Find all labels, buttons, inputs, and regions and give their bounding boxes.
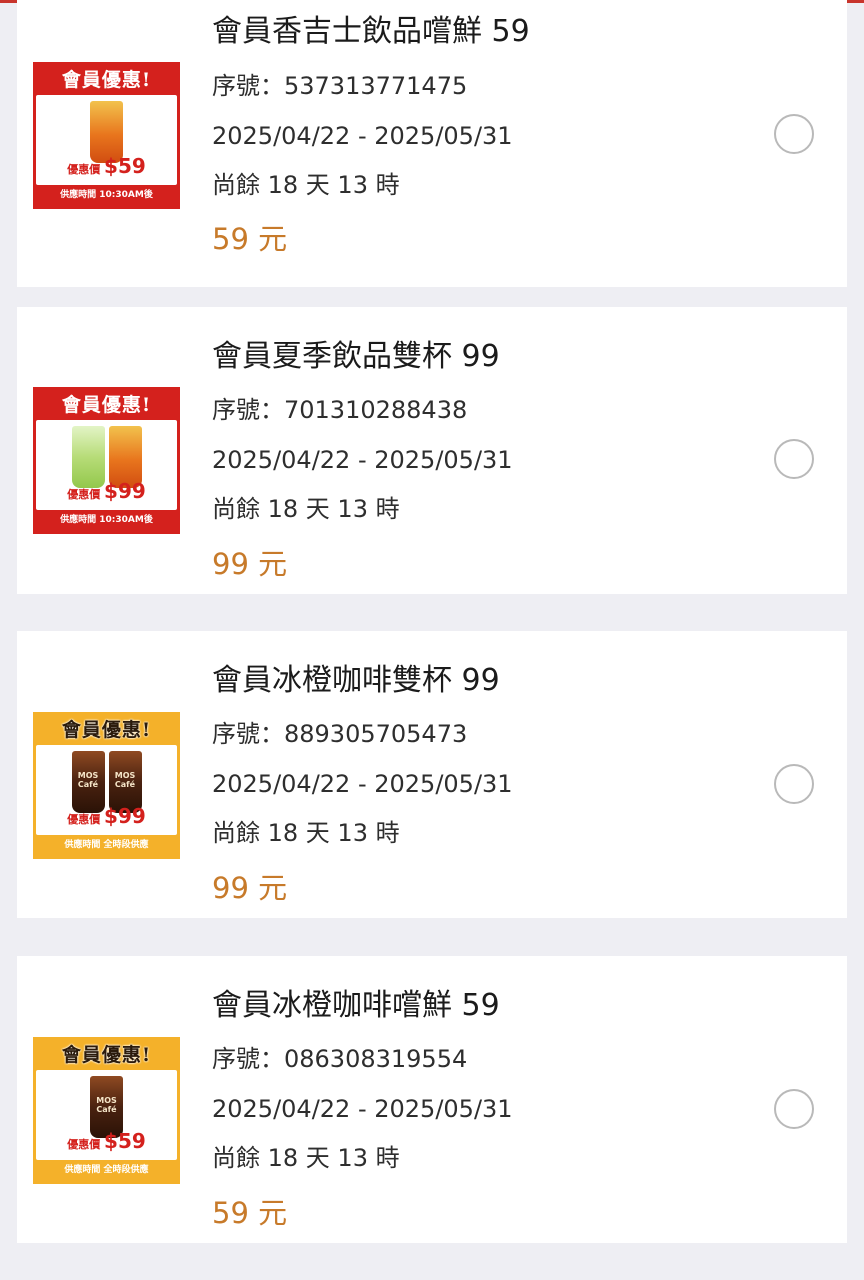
coupon-image: 會員優惠! 優惠價 $59 供應時間 10:30AM後: [33, 62, 180, 209]
promo-price-value: $59: [104, 1129, 146, 1153]
promo-price: 優惠價 $99: [36, 480, 177, 506]
coupon-card[interactable]: 會員優惠! 優惠價 $59 供應時間 10:30AM後 會員香吉士飲品嚐鮮 59…: [17, 0, 847, 287]
promo-price-value: $99: [104, 479, 146, 503]
cup-logo: MOS Café: [114, 771, 136, 789]
coupon-card[interactable]: 會員優惠! MOS Café MOS Café 優惠價 $99 供應時間 全時段…: [17, 631, 847, 918]
promo-price-prefix: 優惠價: [67, 1138, 101, 1151]
coupon-date-range: 2025/04/22 - 2025/05/31: [212, 1095, 513, 1123]
iced-coffee-cup-icon: MOS Café: [71, 751, 105, 813]
promo-body: 優惠價 $59: [36, 95, 177, 185]
promo-footer: 供應時間 10:30AM後: [60, 515, 153, 525]
coupon-serial: 序號：086308319554: [212, 1045, 468, 1073]
coupon-price: 59 元: [212, 222, 288, 256]
coupon-title: 會員香吉士飲品嚐鮮 59: [212, 14, 530, 49]
coupon-remaining-time: 尚餘 18 天 13 時: [212, 819, 400, 847]
radio-unchecked-icon[interactable]: [774, 439, 814, 479]
coupon-remaining-time: 尚餘 18 天 13 時: [212, 495, 400, 523]
coupon-card[interactable]: 會員優惠! 優惠價 $99 供應時間 10:30AM後 會員夏季飲品雙杯 99 …: [17, 307, 847, 594]
coupon-price: 59 元: [212, 1196, 288, 1230]
coupon-serial: 序號：537313771475: [212, 72, 468, 100]
promo-price-prefix: 優惠價: [67, 163, 101, 176]
promo-price-prefix: 優惠價: [67, 488, 101, 501]
promo-price: 優惠價 $59: [36, 155, 177, 181]
cup-logo: MOS Café: [77, 771, 99, 789]
coupon-price: 99 元: [212, 547, 288, 581]
promo-footer: 供應時間 10:30AM後: [60, 190, 153, 200]
coupon-card[interactable]: 會員優惠! MOS Café 優惠價 $59 供應時間 全時段供應 會員冰橙咖啡…: [17, 956, 847, 1243]
coupon-serial: 序號：701310288438: [212, 396, 468, 424]
iced-green-drink-cup-icon: [71, 426, 105, 488]
promo-footer: 供應時間 全時段供應: [64, 840, 149, 850]
cup-logo: MOS Café: [96, 1096, 117, 1114]
promo-price-prefix: 優惠價: [67, 813, 101, 826]
promo-header: 會員優惠!: [61, 394, 152, 416]
coupon-title: 會員冰橙咖啡雙杯 99: [212, 663, 500, 698]
promo-body: MOS Café MOS Café 優惠價 $99: [36, 745, 177, 835]
coupon-serial: 序號：889305705473: [212, 720, 468, 748]
promo-price: 優惠價 $99: [36, 805, 177, 831]
promo-price-value: $99: [104, 804, 146, 828]
coupon-date-range: 2025/04/22 - 2025/05/31: [212, 446, 513, 474]
coupon-image: 會員優惠! MOS Café 優惠價 $59 供應時間 全時段供應: [33, 1037, 180, 1184]
coupon-title: 會員冰橙咖啡嚐鮮 59: [212, 988, 500, 1023]
promo-price: 優惠價 $59: [36, 1130, 177, 1156]
radio-unchecked-icon[interactable]: [774, 1089, 814, 1129]
promo-header: 會員優惠!: [61, 69, 152, 91]
coupon-date-range: 2025/04/22 - 2025/05/31: [212, 122, 513, 150]
coupon-remaining-time: 尚餘 18 天 13 時: [212, 1144, 400, 1172]
coupon-title: 會員夏季飲品雙杯 99: [212, 339, 500, 374]
radio-unchecked-icon[interactable]: [774, 114, 814, 154]
promo-header: 會員優惠!: [61, 1044, 152, 1066]
promo-price-value: $59: [104, 154, 146, 178]
coupon-date-range: 2025/04/22 - 2025/05/31: [212, 770, 513, 798]
promo-body: 優惠價 $99: [36, 420, 177, 510]
radio-unchecked-icon[interactable]: [774, 764, 814, 804]
coupon-remaining-time: 尚餘 18 天 13 時: [212, 171, 400, 199]
coupon-price: 99 元: [212, 871, 288, 905]
coupon-image: 會員優惠! MOS Café MOS Café 優惠價 $99 供應時間 全時段…: [33, 712, 180, 859]
coupon-image: 會員優惠! 優惠價 $99 供應時間 10:30AM後: [33, 387, 180, 534]
promo-footer: 供應時間 全時段供應: [64, 1165, 149, 1175]
promo-header: 會員優惠!: [61, 719, 152, 741]
promo-body: MOS Café 優惠價 $59: [36, 1070, 177, 1160]
